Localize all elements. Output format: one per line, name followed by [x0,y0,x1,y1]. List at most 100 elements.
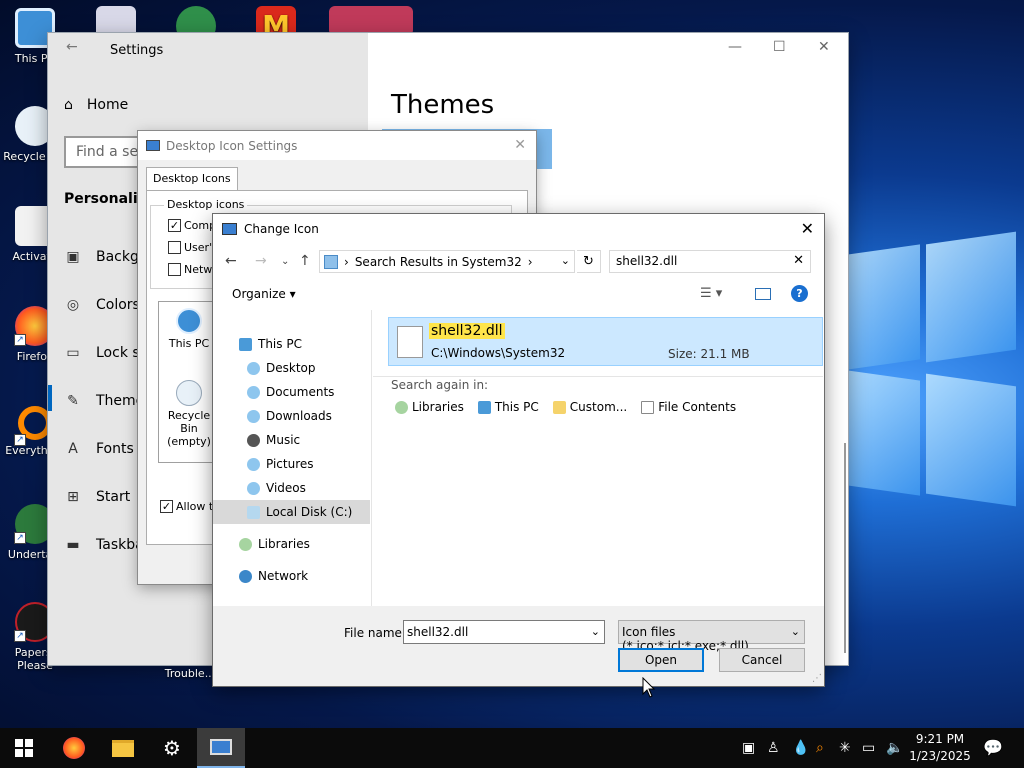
tray-search-icon[interactable]: ⌕ [816,740,824,756]
palette-icon: ◎ [66,297,80,313]
clear-search-icon[interactable]: ✕ [793,253,804,268]
maximize-icon[interactable]: ☐ [773,39,786,55]
refresh-icon: ↻ [583,254,594,269]
caret-down-icon: ▾ [289,287,296,301]
chevron-down-icon[interactable]: ⌄ [561,254,570,267]
settings-scrollbar[interactable] [838,33,848,665]
file-name-label: File name: [344,626,406,640]
home-icon: ⌂ [64,97,73,113]
nav-documents[interactable]: Documents [213,380,370,404]
document-icon [641,400,655,414]
taskbar-settings[interactable]: ⚙ [148,728,196,768]
cancel-button[interactable]: Cancel [719,648,805,672]
desktop-folder-icon [247,361,260,375]
tray-volume-icon[interactable]: 🔈 [886,740,903,756]
dialog-titlebar: Desktop Icon Settings ✕ [138,131,536,160]
search-results-icon [324,254,338,269]
recent-chevron-down-icon[interactable]: ⌄ [281,256,289,267]
search-again-file-contents[interactable]: File Contents [641,400,736,414]
search-input[interactable]: shell32.dll ✕ [609,250,811,273]
dialog-footer: File name: shell32.dll ⌄ Icon files (*.i… [213,606,824,686]
tray-network-icon[interactable]: ▭ [862,740,875,756]
up-arrow-icon[interactable]: ↑ [299,253,311,269]
nav-item-colors[interactable]: ◎ Colors [64,297,140,313]
active-nav-indicator [48,385,52,411]
shortcut-arrow-icon: ↗ [14,532,26,544]
nav-pictures[interactable]: Pictures [213,452,370,476]
close-icon[interactable]: ✕ [801,219,814,238]
settings-home-link[interactable]: ⌂ Home [64,97,128,113]
dll-file-icon [397,326,423,358]
view-options-icon[interactable]: ☰ ▾ [700,286,722,301]
taskbar-file-explorer[interactable] [99,728,147,768]
chevron-down-icon[interactable]: ⌄ [591,625,600,638]
nav-desktop[interactable]: Desktop [213,356,370,380]
minimize-icon[interactable]: — [728,39,742,55]
shortcut-arrow-icon: ↗ [14,434,26,446]
preview-item-this-pc[interactable]: This PC [159,308,219,350]
result-file-name: shell32.dll [429,323,505,339]
tab-desktop-icons[interactable]: Desktop Icons [146,167,238,191]
preview-item-recycle-bin[interactable]: Recycle Bin (empty) [159,380,219,448]
navigation-pane: This PC Desktop Documents Downloads Musi… [213,320,373,620]
taskbar-icon: ▬ [66,537,80,553]
divider [373,376,823,377]
image-icon: ▣ [66,249,80,265]
monitor-icon [210,739,232,755]
search-again-custom[interactable]: Custom... [552,400,627,414]
monitor-icon [222,223,237,235]
taskbar-clock[interactable]: 9:21 PM 1/23/2025 [908,731,972,765]
gear-icon: ⚙ [163,736,181,760]
libraries-icon [395,400,408,414]
tray-people-icon[interactable]: ♙ [767,740,780,756]
file-name-input[interactable]: shell32.dll ⌄ [403,620,605,644]
nav-item-fonts[interactable]: A Fonts [64,441,134,457]
tray-ime-icon[interactable]: ✳ [839,740,851,756]
nav-this-pc[interactable]: This PC [213,332,370,356]
refresh-button[interactable]: ↻ [577,250,601,273]
close-icon[interactable]: ✕ [514,137,526,153]
notification-center-icon[interactable]: 💬 [983,738,1003,757]
nav-music[interactable]: Music [213,428,370,452]
help-icon[interactable]: ? [791,285,808,302]
back-arrow-icon[interactable]: ← [66,39,78,55]
back-arrow-icon[interactable]: ← [225,253,237,269]
nav-item-taskbar[interactable]: ▬ Taskbar [64,537,149,553]
nav-item-start[interactable]: ⊞ Start [64,489,130,505]
drive-icon [247,505,260,519]
search-again-options: Libraries This PC Custom... File Content… [395,400,736,414]
forward-arrow-icon[interactable]: → [255,253,267,269]
pane-divider[interactable] [371,310,372,610]
breadcrumb[interactable]: › Search Results in System32 › ⌄ [319,250,575,273]
nav-downloads[interactable]: Downloads [213,404,370,428]
nav-videos[interactable]: Videos [213,476,370,500]
search-result-item[interactable]: shell32.dll C:\Windows\System32 Size: 21… [388,317,823,366]
dialog-titlebar: Change Icon ✕ [213,214,824,244]
taskbar-firefox[interactable] [50,728,98,768]
chevron-right-icon: › [527,254,533,269]
search-again-this-pc[interactable]: This PC [477,400,539,414]
organize-button[interactable]: Organize ▾ [232,287,296,301]
preview-pane-icon[interactable] [755,288,771,300]
lock-screen-icon: ▭ [66,345,80,361]
shortcut-arrow-icon: ↗ [14,334,26,346]
command-bar: Organize ▾ ☰ ▾ ? [213,282,824,308]
settings-title: Settings [110,43,164,58]
close-icon[interactable]: ✕ [818,39,830,55]
start-button[interactable] [0,728,48,768]
search-again-libraries[interactable]: Libraries [395,400,464,414]
videos-folder-icon [247,481,260,495]
nav-local-disk[interactable]: Local Disk (C:) [213,500,370,524]
tray-drop-icon[interactable]: 💧 [792,740,809,756]
windows-start-icon [15,739,33,757]
icon-preview-list: This PC Recycle Bin (empty) [158,301,218,463]
chevron-right-icon: › [344,254,349,269]
tray-security-icon[interactable]: ▣ [742,740,755,756]
open-button[interactable]: Open [618,648,704,672]
nav-network[interactable]: Network [213,564,370,588]
resize-grip-icon[interactable]: ⋰ [812,673,822,684]
taskbar-desktop-icon-settings[interactable] [197,728,245,768]
fonts-icon: A [68,441,78,457]
file-type-select[interactable]: Icon files (*.ico;*.icl;*.exe;*.dll) ⌄ [618,620,805,653]
nav-libraries[interactable]: Libraries [213,532,370,556]
